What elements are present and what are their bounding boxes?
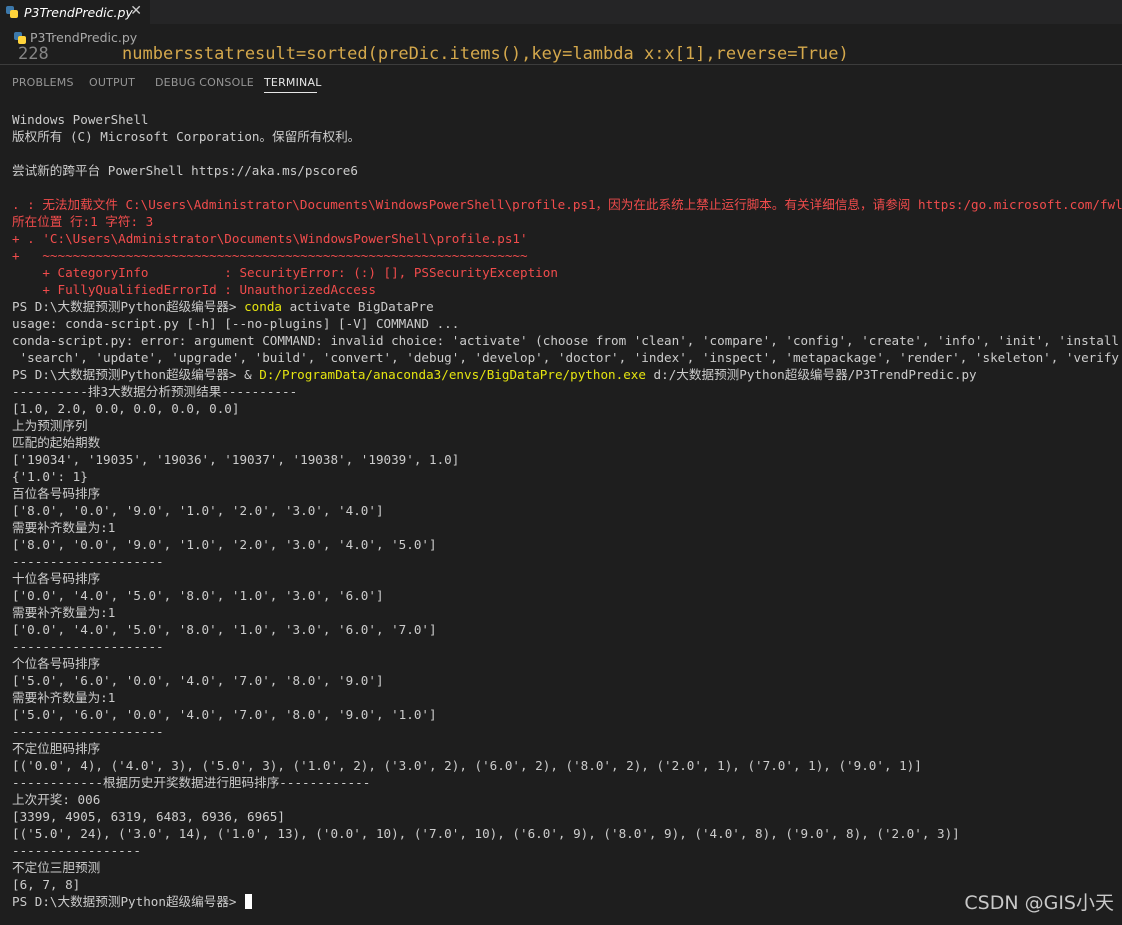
tab-debug-console[interactable]: DEBUG CONSOLE	[155, 76, 254, 89]
terminal-line: 不定位胆码排序	[12, 741, 101, 756]
error-line: + CategoryInfo : SecurityError: (:) [], …	[12, 265, 558, 280]
terminal-line: --------------------	[12, 554, 164, 569]
terminal-line: ['0.0', '4.0', '5.0', '8.0', '1.0', '3.0…	[12, 588, 384, 603]
prompt-line[interactable]: PS D:\大数据预测Python超级编号器>	[12, 893, 1122, 910]
editor-tab-bar: P3TrendPredic.py ✕	[0, 0, 1122, 24]
terminal-line: 上次开奖: 006	[12, 792, 101, 807]
tab-problems[interactable]: PROBLEMS	[12, 76, 74, 89]
terminal-line: 需要补齐数量为:1	[12, 605, 116, 620]
tab-terminal[interactable]: TERMINAL	[264, 76, 322, 89]
terminal-line: 十位各号码排序	[12, 571, 101, 586]
python-file-icon	[14, 31, 26, 44]
terminal-line: --------------------	[12, 639, 164, 654]
command-args: activate BigDataPre	[282, 299, 434, 314]
terminal-line: ['5.0', '6.0', '0.0', '4.0', '7.0', '8.0…	[12, 707, 437, 722]
error-line: 所在位置 行:1 字符: 3	[12, 214, 154, 229]
editor-tab-p3trendpredic[interactable]: P3TrendPredic.py ✕	[0, 0, 150, 24]
terminal-line: [3399, 4905, 6319, 6483, 6936, 6965]	[12, 809, 285, 824]
terminal-line: 不定位三胆预测	[12, 860, 101, 875]
prompt-line: PS D:\大数据预测Python超级编号器> conda activate B…	[12, 298, 1122, 315]
terminal-line: ['8.0', '0.0', '9.0', '1.0', '2.0', '3.0…	[12, 503, 384, 518]
terminal-line: conda-script.py: error: argument COMMAND…	[12, 333, 1122, 348]
terminal-line: 尝试新的跨平台 PowerShell https://aka.ms/pscore…	[12, 163, 358, 178]
error-line: . : 无法加载文件 C:\Users\Administrator\Docume…	[12, 197, 1122, 212]
tab-label: P3TrendPredic.py	[24, 4, 133, 20]
breadcrumb-file[interactable]: P3TrendPredic.py	[30, 30, 137, 45]
terminal-line: usage: conda-script.py [-h] [--no-plugin…	[12, 316, 460, 331]
command-name: D:/ProgramData/anaconda3/envs/BigDataPre…	[259, 367, 646, 382]
editor-area: 228 numbersstatresult=sorted(preDic.item…	[0, 24, 1122, 64]
terminal-output[interactable]: Windows PowerShell 版权所有 (C) Microsoft Co…	[12, 111, 1122, 921]
error-line: + FullyQualifiedErrorId : UnauthorizedAc…	[12, 282, 376, 297]
terminal-line: 版权所有 (C) Microsoft Corporation。保留所有权利。	[12, 129, 361, 144]
terminal-line: [('5.0', 24), ('3.0', 14), ('1.0', 13), …	[12, 826, 960, 841]
error-line: + ~~~~~~~~~~~~~~~~~~~~~~~~~~~~~~~~~~~~~~…	[12, 248, 528, 263]
terminal-cursor	[245, 894, 253, 909]
breadcrumb[interactable]: P3TrendPredic.py	[14, 30, 144, 45]
terminal-line: ['19034', '19035', '19036', '19037', '19…	[12, 452, 460, 467]
terminal-line: --------------------	[12, 724, 164, 739]
terminal-line: 'search', 'update', 'upgrade', 'build', …	[12, 350, 1122, 365]
prompt: PS D:\大数据预测Python超级编号器>	[12, 299, 245, 314]
prompt-line: PS D:\大数据预测Python超级编号器> & D:/ProgramData…	[12, 366, 1122, 383]
terminal-line: ['0.0', '4.0', '5.0', '8.0', '1.0', '3.0…	[12, 622, 437, 637]
terminal-line: 匹配的起始期数	[12, 435, 101, 450]
terminal-line: 百位各号码排序	[12, 486, 101, 501]
terminal-line: ------------根据历史开奖数据进行胆码排序------------	[12, 775, 371, 790]
code-line[interactable]: 228 numbersstatresult=sorted(preDic.item…	[0, 39, 1122, 64]
prompt: PS D:\大数据预测Python超级编号器>	[12, 894, 245, 909]
terminal-line: [('0.0', 4), ('4.0', 3), ('5.0', 3), ('1…	[12, 758, 922, 773]
terminal-line: [1.0, 2.0, 0.0, 0.0, 0.0, 0.0]	[12, 401, 240, 416]
active-tab-indicator	[264, 92, 317, 93]
prompt: PS D:\大数据预测Python超级编号器> &	[12, 367, 260, 382]
python-file-icon	[6, 6, 18, 18]
code-text[interactable]: numbersstatresult=sorted(preDic.items(),…	[122, 39, 849, 64]
terminal-line: 需要补齐数量为:1	[12, 520, 116, 535]
terminal-line: ['5.0', '6.0', '0.0', '4.0', '7.0', '8.0…	[12, 673, 384, 688]
terminal-line: 上为预测序列	[12, 418, 88, 433]
watermark: CSDN @GIS小天	[964, 892, 1114, 914]
terminal-line: Windows PowerShell	[12, 112, 149, 127]
command-name: conda	[244, 299, 283, 314]
terminal-line: -----------------	[12, 843, 141, 858]
terminal-line: ['8.0', '0.0', '9.0', '1.0', '2.0', '3.0…	[12, 537, 437, 552]
terminal-line: ----------排3大数据分析预测结果----------	[12, 384, 298, 399]
tab-output[interactable]: OUTPUT	[89, 76, 135, 89]
terminal-line: 个位各号码排序	[12, 656, 101, 671]
terminal-line: 需要补齐数量为:1	[12, 690, 116, 705]
error-line: + . 'C:\Users\Administrator\Documents\Wi…	[12, 231, 528, 246]
command-args: d:/大数据预测Python超级编号器/P3TrendPredic.py	[645, 367, 977, 382]
close-icon[interactable]: ✕	[130, 3, 142, 19]
panel-tab-bar: PROBLEMS OUTPUT DEBUG CONSOLE TERMINAL	[0, 65, 1122, 101]
terminal-line: {'1.0': 1}	[12, 469, 88, 484]
terminal-line: [6, 7, 8]	[12, 877, 81, 892]
